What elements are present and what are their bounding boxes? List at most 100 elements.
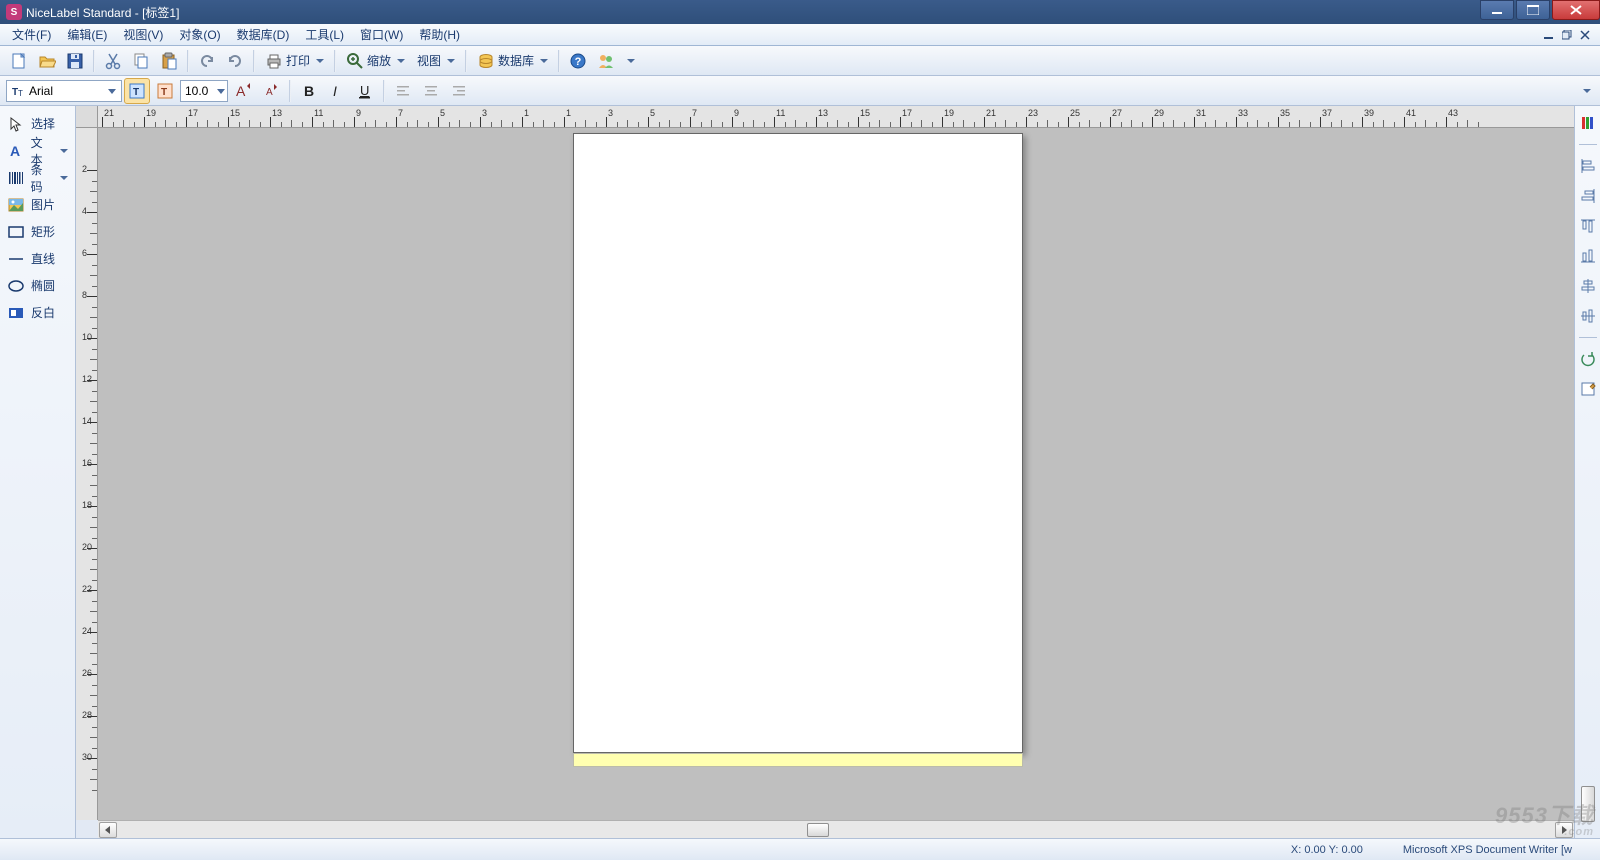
tool-select-label: 选择 (31, 115, 55, 132)
menu-database[interactable]: 数据库(D) (229, 24, 298, 45)
svg-text:I: I (333, 83, 337, 99)
mdi-restore-button[interactable] (1560, 28, 1574, 42)
align-left-button[interactable] (390, 78, 416, 104)
horizontal-ruler[interactable]: 2119171513119753113579111315171921232527… (98, 106, 1574, 128)
vertical-ruler[interactable]: 24681012141618202224262830 (76, 128, 98, 820)
align-bottom-edges-button[interactable] (1577, 245, 1599, 267)
font-name-combo[interactable]: TT (6, 80, 122, 102)
view-button[interactable]: 视图 (412, 48, 460, 74)
ellipse-icon (7, 277, 25, 295)
font-size-dropdown-arrow[interactable] (217, 84, 225, 98)
print-label: 打印 (286, 52, 310, 69)
users-button[interactable] (593, 48, 619, 74)
help-button[interactable]: ? (565, 48, 591, 74)
align-right-button[interactable] (446, 78, 472, 104)
tool-inverse[interactable]: 反白 (2, 299, 73, 326)
menubar: 文件(F) 编辑(E) 视图(V) 对象(O) 数据库(D) 工具(L) 窗口(… (0, 24, 1600, 46)
print-button[interactable]: 打印 (260, 48, 329, 74)
horizontal-scrollbar[interactable] (98, 820, 1574, 838)
scroll-thumb[interactable] (807, 823, 829, 837)
titlebar: S NiceLabel Standard - [标签1] (0, 0, 1600, 24)
view-label: 视图 (417, 52, 441, 69)
image-icon (7, 196, 25, 214)
new-button[interactable] (6, 48, 32, 74)
italic-button[interactable]: I (324, 78, 350, 104)
paste-button[interactable] (156, 48, 182, 74)
align-center-v-button[interactable] (1577, 305, 1599, 327)
tool-inverse-label: 反白 (31, 304, 55, 321)
properties-button[interactable] (1577, 378, 1599, 400)
standard-toolbar: 打印 缩放 视图 数据库 ? (0, 46, 1600, 76)
zoom-button[interactable]: 缩放 (341, 48, 410, 74)
open-button[interactable] (34, 48, 60, 74)
align-toolbar (1574, 106, 1600, 838)
font-name-input[interactable] (29, 84, 101, 98)
color-palette-button[interactable] (1577, 112, 1599, 134)
menu-window[interactable]: 窗口(W) (352, 24, 411, 45)
menu-view[interactable]: 视图(V) (115, 24, 171, 45)
design-viewport[interactable] (98, 128, 1574, 820)
menu-help[interactable]: 帮助(H) (411, 24, 468, 45)
copy-button[interactable] (128, 48, 154, 74)
tool-rect[interactable]: 矩形 (2, 218, 73, 245)
format-overflow-button[interactable] (1577, 78, 1594, 104)
tool-image[interactable]: 图片 (2, 191, 73, 218)
rect-icon (7, 223, 25, 241)
canvas-area: 2119171513119753113579111315171921232527… (76, 106, 1574, 838)
status-coordinates: X: 0.00 Y: 0.00 (1291, 844, 1403, 856)
window-maximize-button[interactable] (1516, 0, 1550, 20)
underline-button[interactable]: U (352, 78, 378, 104)
svg-text:A: A (266, 87, 273, 98)
cut-button[interactable] (100, 48, 126, 74)
label-paper[interactable] (573, 133, 1023, 753)
tool-line[interactable]: 直线 (2, 245, 73, 272)
overflow-button[interactable] (621, 48, 638, 74)
font-grow-button[interactable]: A (230, 78, 256, 104)
tool-rect-label: 矩形 (31, 223, 55, 240)
scroll-track[interactable] (118, 822, 1554, 838)
font-shrink-button[interactable]: A (258, 78, 284, 104)
align-right-edges-button[interactable] (1577, 185, 1599, 207)
mdi-close-button[interactable] (1578, 28, 1592, 42)
menu-object[interactable]: 对象(O) (171, 24, 228, 45)
font-size-combo[interactable] (180, 80, 228, 102)
save-button[interactable] (62, 48, 88, 74)
bold-button[interactable]: B (296, 78, 322, 104)
mdi-minimize-button[interactable] (1542, 28, 1556, 42)
align-left-edges-button[interactable] (1577, 155, 1599, 177)
window-minimize-button[interactable] (1480, 0, 1514, 20)
align-center-h-button[interactable] (1577, 275, 1599, 297)
tool-barcode-label: 条码 (31, 161, 54, 195)
svg-text:T: T (161, 87, 167, 98)
vertical-scroll-indicator[interactable] (1581, 786, 1595, 822)
rotate-button[interactable] (1577, 348, 1599, 370)
menu-tools[interactable]: 工具(L) (297, 24, 352, 45)
truetype-icon: TT (11, 84, 25, 98)
tool-line-label: 直线 (31, 250, 55, 267)
window-close-button[interactable] (1552, 0, 1600, 20)
scroll-right-button[interactable] (1555, 822, 1573, 838)
database-button[interactable]: 数据库 (472, 48, 553, 74)
inverse-icon (7, 304, 25, 322)
scroll-left-button[interactable] (99, 822, 117, 838)
status-printer: Microsoft XPS Document Writer [w (1403, 844, 1592, 856)
redo-button[interactable] (222, 48, 248, 74)
tool-ellipse[interactable]: 椭圆 (2, 272, 73, 299)
menu-file[interactable]: 文件(F) (4, 24, 59, 45)
toolbox: 选择 A 文本 条码 图片 矩形 直线 椭圆 反白 (0, 106, 76, 838)
printer-font-button[interactable]: T (152, 78, 178, 104)
window-title: NiceLabel Standard - [标签1] (26, 4, 179, 21)
font-name-dropdown-arrow[interactable] (105, 82, 119, 100)
zoom-label: 缩放 (367, 52, 391, 69)
tool-barcode[interactable]: 条码 (2, 164, 73, 191)
main-area: 选择 A 文本 条码 图片 矩形 直线 椭圆 反白 (0, 106, 1600, 838)
align-center-button[interactable] (418, 78, 444, 104)
align-top-edges-button[interactable] (1577, 215, 1599, 237)
svg-text:T: T (133, 87, 139, 98)
font-size-input[interactable] (185, 84, 217, 98)
menu-edit[interactable]: 编辑(E) (59, 24, 115, 45)
truetype-mode-button[interactable]: T (124, 78, 150, 104)
statusbar: X: 0.00 Y: 0.00 Microsoft XPS Document W… (0, 838, 1600, 860)
svg-text:?: ? (575, 56, 582, 68)
undo-button[interactable] (194, 48, 220, 74)
